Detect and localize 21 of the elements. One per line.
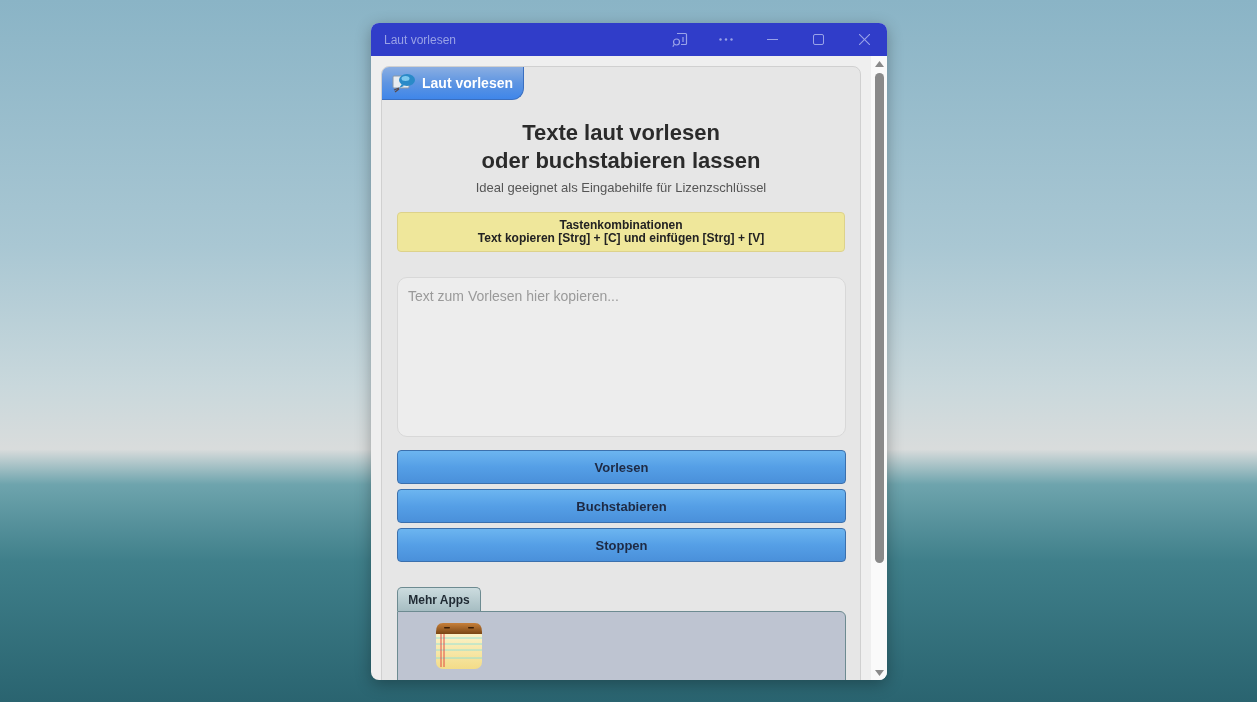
screen-search-icon [672, 31, 688, 48]
text-input-field[interactable]: Text zum Vorlesen hier kopieren... [397, 277, 846, 437]
scroll-up-arrow-icon[interactable] [875, 61, 884, 67]
main-heading: Texte laut vorlesen oder buchstabieren lassen [480, 119, 762, 175]
scroll-down-arrow-icon[interactable] [875, 670, 884, 676]
close-icon [858, 34, 870, 45]
action-button[interactable]: Vorlesen [397, 450, 846, 484]
maximize-icon [812, 34, 824, 45]
action-button[interactable]: Buchstabieren [397, 489, 846, 523]
shortcut-hint-text: Text kopieren [Strg] + [C] und einfügen [Strg] + [V] [476, 232, 766, 245]
more-dots-icon [719, 38, 733, 41]
mehr-apps-tab[interactable]: Mehr Apps [397, 587, 481, 611]
notepad-app-icon[interactable] [435, 622, 483, 669]
window-title: Laut vorlesen [384, 32, 458, 47]
scrollbar-thumb[interactable] [875, 73, 884, 563]
monitor-speech-icon [392, 72, 416, 94]
shortcut-hint-title: Tastenkombinationen [558, 219, 684, 232]
subtitle-text: Ideal geeignet als Eingabehilfe für Lizenzschlüssel [474, 180, 768, 196]
action-button[interactable]: Stoppen [397, 528, 846, 562]
laut-vorlesen-tab[interactable]: Laut vorlesen [382, 67, 524, 100]
minimize-icon [766, 39, 778, 40]
